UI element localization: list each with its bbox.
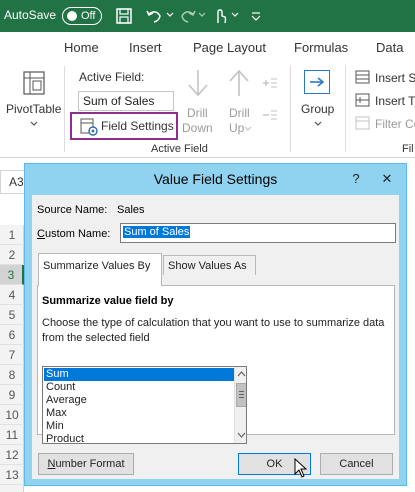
row-header[interactable]: 8 xyxy=(0,365,24,385)
insert-timeline-label[interactable]: Insert T xyxy=(375,94,415,108)
list-item[interactable]: Min xyxy=(44,420,234,433)
field-settings-button[interactable]: Field Settings xyxy=(70,112,178,140)
listbox-scrollbar[interactable] xyxy=(234,367,246,443)
name-box-value: A3 xyxy=(9,175,24,189)
row-header[interactable]: 13 xyxy=(0,465,24,485)
close-button[interactable]: ✕ xyxy=(372,168,402,190)
expand-field-icon xyxy=(263,78,277,88)
group-separator xyxy=(290,66,291,152)
active-field-group-label: Active Field xyxy=(151,143,208,155)
custom-name-value: Sum of Sales xyxy=(123,226,191,238)
filter-connections-label: Filter Co xyxy=(375,117,415,131)
redo-icon xyxy=(181,10,196,23)
list-item[interactable]: Product xyxy=(44,433,234,443)
row-header[interactable]: 2 xyxy=(0,245,24,265)
scroll-up-icon[interactable] xyxy=(237,370,246,377)
source-name-value: Sales xyxy=(117,204,145,216)
ribbon: PivotTable Active Field: Sum of Sales Fi… xyxy=(0,58,415,158)
source-name-label: Source Name: xyxy=(37,204,108,216)
drill-down-label-2: Down xyxy=(182,121,213,135)
mouse-pointer-icon xyxy=(294,458,308,478)
row-header[interactable]: 6 xyxy=(0,325,24,345)
save-icon[interactable] xyxy=(114,6,134,26)
row-header[interactable]: 12 xyxy=(0,445,24,465)
tab-show-values-as[interactable]: Show Values As xyxy=(163,255,256,275)
filter-connections-icon xyxy=(355,116,370,130)
autosave-state: Off xyxy=(81,10,96,22)
custom-name-input[interactable]: Sum of Sales xyxy=(120,223,396,243)
autosave-toggle[interactable]: Off xyxy=(62,7,102,25)
dialog-body: Source Name: Sales Custom Name: Sum of S… xyxy=(32,195,399,479)
customize-qat-icon[interactable] xyxy=(246,6,266,26)
list-item[interactable]: Max xyxy=(44,407,234,420)
scroll-down-icon[interactable] xyxy=(237,432,246,439)
row-header-selected[interactable]: 3 xyxy=(0,265,24,285)
insert-slicer-label[interactable]: Insert Sl xyxy=(375,71,415,85)
active-field-label: Active Field: xyxy=(79,70,145,84)
row-header[interactable]: 4 xyxy=(0,285,24,305)
tab-page-layout[interactable]: Page Layout xyxy=(193,40,266,55)
active-field-input[interactable]: Sum of Sales xyxy=(78,91,174,111)
summarize-panel: Summarize value field by Choose the type… xyxy=(37,285,395,444)
number-format-button[interactable]: Number Format xyxy=(38,453,134,475)
pivottable-icon[interactable] xyxy=(22,70,46,96)
number-format-label: umber Format xyxy=(55,458,125,470)
dialog-title-bar[interactable]: Value Field Settings ? ✕ xyxy=(25,164,406,195)
insert-timeline-icon[interactable] xyxy=(355,93,371,107)
row-header[interactable]: 1 xyxy=(0,225,24,245)
summary-function-listbox[interactable]: Sum Count Average Max Min Product xyxy=(42,366,247,444)
value-field-settings-dialog: Value Field Settings ? ✕ Source Name: Sa… xyxy=(24,163,407,486)
insert-slicer-icon[interactable] xyxy=(355,70,371,84)
drill-up-label-2: Up xyxy=(229,121,245,135)
row-header[interactable]: 10 xyxy=(0,405,24,425)
cancel-button[interactable]: Cancel xyxy=(320,453,393,475)
toggle-knob xyxy=(67,11,77,21)
field-settings-label: Field Settings xyxy=(101,119,174,133)
group-arrow-icon xyxy=(310,77,325,87)
custom-name-label-rest: ustom Name: xyxy=(44,228,111,240)
touch-mode-icon[interactable] xyxy=(210,6,230,26)
drill-down-icon xyxy=(188,70,208,97)
tab-home[interactable]: Home xyxy=(64,40,99,55)
tab-formulas[interactable]: Formulas xyxy=(294,40,348,55)
list-item[interactable]: Count xyxy=(44,381,234,394)
list-item-selected[interactable]: Sum xyxy=(44,368,234,381)
group-dropdown-icon[interactable] xyxy=(313,120,323,128)
custom-name-accesskey: C xyxy=(37,228,45,240)
undo-dropdown-icon[interactable] xyxy=(166,10,174,20)
group-button-frame[interactable] xyxy=(304,70,330,94)
drill-up-icon xyxy=(229,69,249,96)
drill-down-label-1: Drill xyxy=(187,106,208,120)
section-description: Choose the type of calculation that you … xyxy=(42,317,385,344)
custom-name-label: Custom Name: xyxy=(37,228,110,240)
section-title: Summarize value field by xyxy=(42,295,174,307)
collapse-field-icon xyxy=(263,110,277,120)
row-header[interactable]: 7 xyxy=(0,345,24,365)
group-separator xyxy=(64,66,65,152)
row-header[interactable]: 5 xyxy=(0,305,24,325)
drill-up-label-1: Drill xyxy=(229,106,250,120)
list-item[interactable]: Average xyxy=(44,394,234,407)
tab-insert[interactable]: Insert xyxy=(129,40,162,55)
help-button[interactable]: ? xyxy=(341,168,371,190)
row-header[interactable]: 9 xyxy=(0,385,24,405)
row-header[interactable]: 11 xyxy=(0,425,24,445)
filter-group-label: Fil xyxy=(402,143,414,155)
pivottable-label[interactable]: PivotTable xyxy=(6,102,61,116)
title-bar: AutoSave Off xyxy=(0,0,415,32)
pivottable-dropdown-icon[interactable] xyxy=(29,120,39,128)
row-headers: 1 2 3 4 5 6 7 8 9 10 11 12 13 xyxy=(0,225,24,492)
undo-icon[interactable] xyxy=(144,6,164,26)
tab-data[interactable]: Data xyxy=(376,40,403,55)
touch-dropdown-icon[interactable] xyxy=(231,10,239,20)
autosave-label: AutoSave xyxy=(4,8,57,22)
scroll-thumb[interactable] xyxy=(236,383,246,407)
tab-summarize-values-by[interactable]: Summarize Values By xyxy=(38,253,162,286)
field-settings-icon xyxy=(80,118,98,136)
redo-dropdown-icon xyxy=(198,12,206,17)
group-separator xyxy=(345,66,346,152)
drill-up-dropdown-icon xyxy=(244,126,252,131)
group-label[interactable]: Group xyxy=(301,102,334,116)
